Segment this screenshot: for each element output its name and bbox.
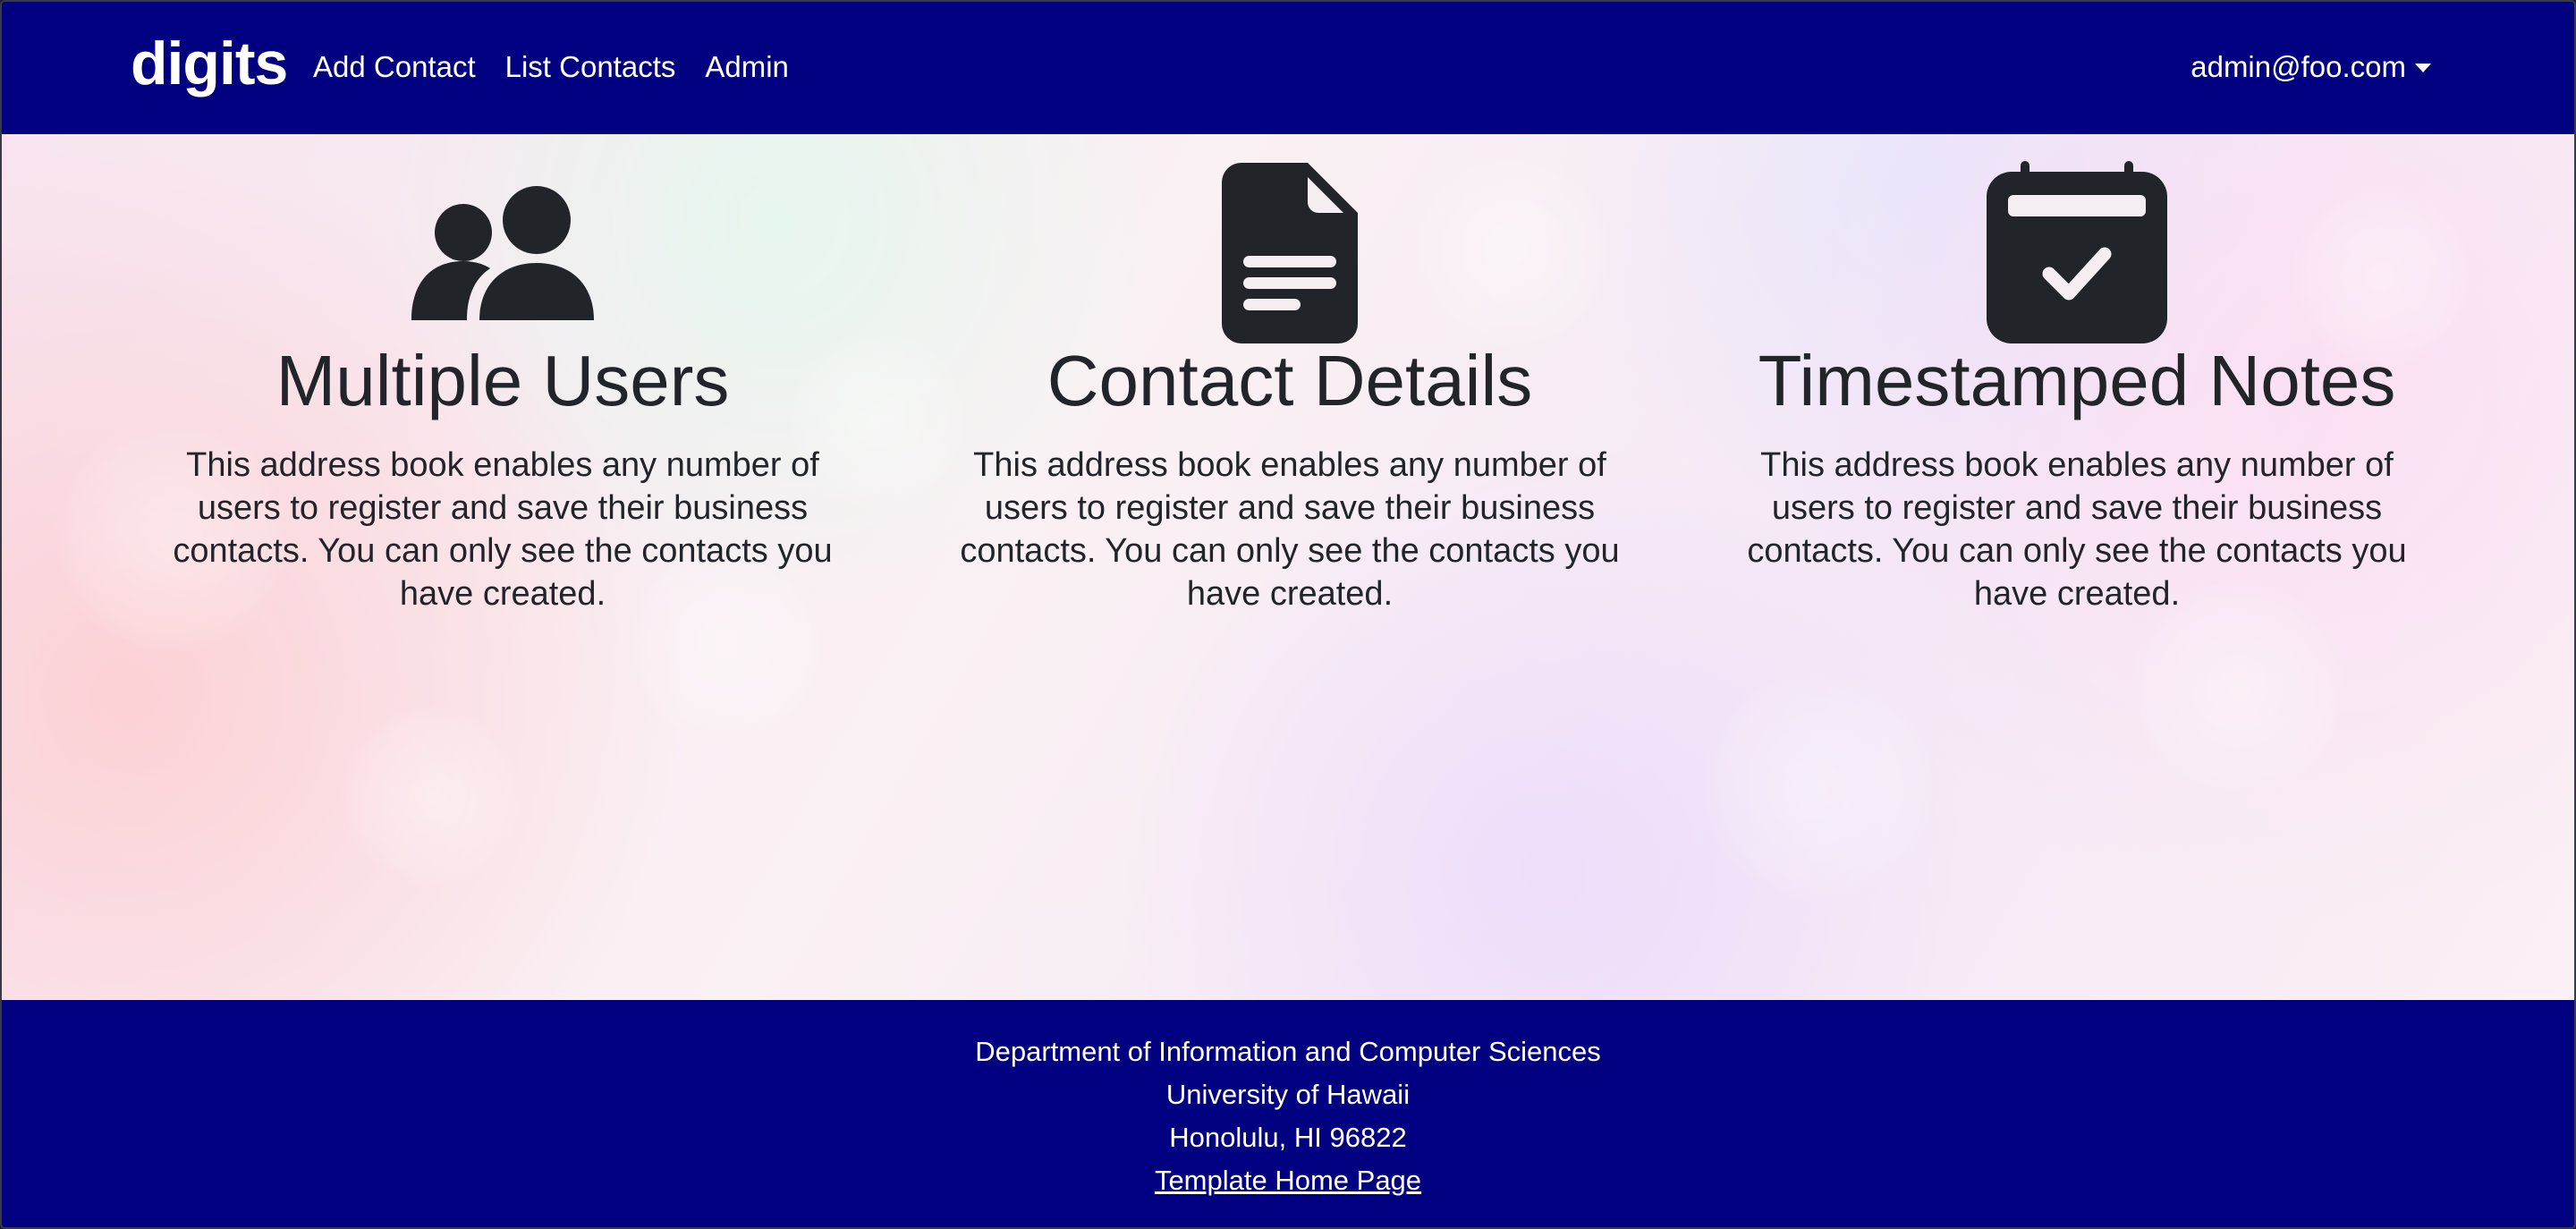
feature-title: Contact Details: [1046, 341, 1533, 420]
nav-links: Add Contact List Contacts Admin: [313, 50, 789, 84]
footer-link-row: Template Home Page: [2, 1166, 2574, 1194]
file-icon: [1222, 163, 1358, 348]
main-content: Multiple Users This address book enables…: [2, 134, 2574, 1000]
calendar-check-icon: [1987, 161, 2167, 348]
nav-admin[interactable]: Admin: [705, 50, 789, 84]
template-home-page-link[interactable]: Template Home Page: [1155, 1165, 1421, 1196]
brand-logo[interactable]: digits: [131, 29, 288, 98]
user-email: admin@foo.com: [2190, 50, 2406, 83]
bokeh-decoration: [2292, 188, 2470, 367]
footer: Department of Information and Computer S…: [2, 1000, 2574, 1227]
feature-title: Timestamped Notes: [1758, 341, 2396, 420]
user-dropdown[interactable]: admin@foo.com: [2190, 50, 2431, 84]
nav-add-contact[interactable]: Add Contact: [313, 50, 476, 84]
feature-description: This address book enables any number of …: [1747, 446, 2407, 613]
users-icon: [411, 186, 594, 326]
browser-window: digits Add Contact List Contacts Admin a…: [0, 0, 2576, 1229]
feature-description: This address book enables any number of …: [960, 446, 1620, 613]
feature-description: This address book enables any number of …: [173, 446, 833, 613]
caret-down-icon: [2415, 64, 2431, 72]
bokeh-decoration: [1415, 152, 1612, 349]
footer-university: University of Hawaii: [1165, 1079, 1411, 1110]
feature-title: Multiple Users: [275, 341, 730, 420]
footer-address: Honolulu, HI 96822: [1169, 1122, 1407, 1153]
bokeh-decoration: [342, 707, 521, 886]
nav-list-contacts[interactable]: List Contacts: [505, 50, 676, 84]
navbar: digits Add Contact List Contacts Admin a…: [2, 2, 2574, 134]
footer-department: Department of Information and Computer S…: [975, 1036, 1601, 1067]
bokeh-decoration: [1701, 671, 1934, 903]
